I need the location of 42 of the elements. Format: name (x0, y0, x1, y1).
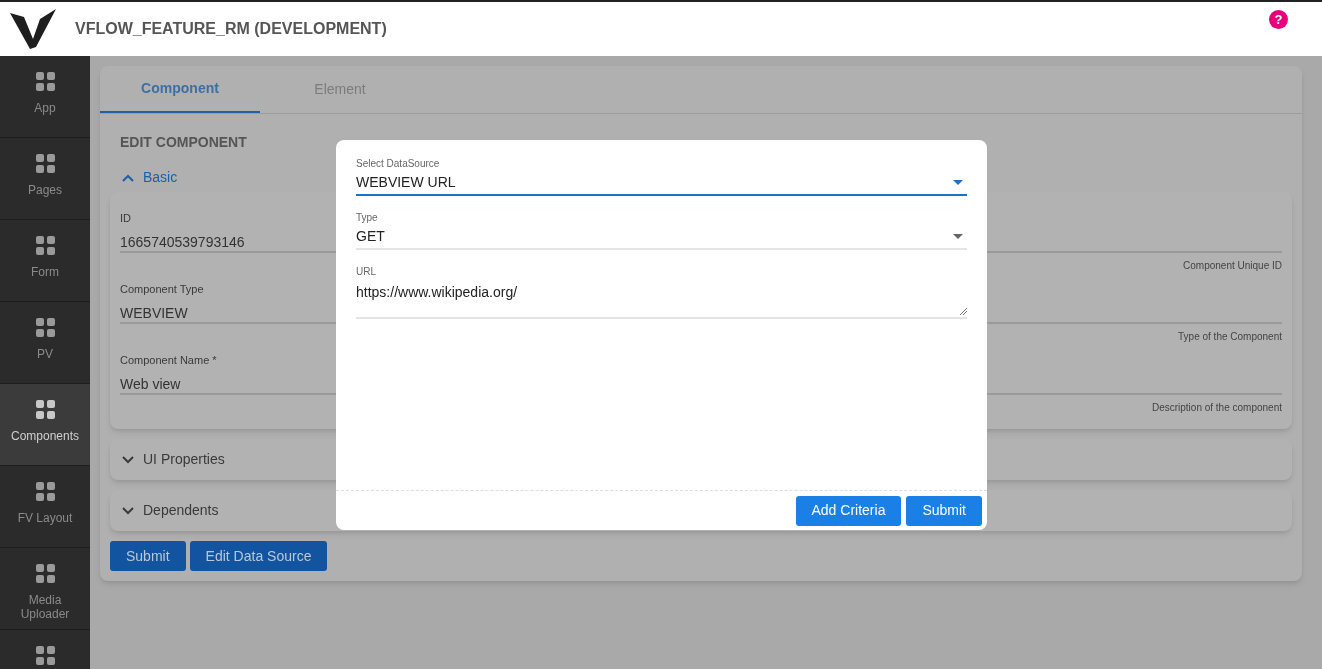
field-label: URL (356, 265, 376, 279)
logo-icon (10, 9, 56, 49)
action-button[interactable]: Submit (110, 541, 186, 571)
grid-icon (35, 236, 55, 255)
resize-handle-icon (959, 307, 967, 315)
grid-icon (35, 564, 55, 583)
dropdown-caret-icon (953, 180, 963, 185)
grid-icon (35, 154, 55, 173)
grid-icon (35, 482, 55, 501)
select-field[interactable]: GET (356, 225, 967, 250)
field-label: Component Name * (120, 353, 217, 368)
helper-text: Type of the Component (1178, 329, 1282, 344)
section-title: EDIT COMPONENT (120, 133, 248, 152)
helper-text: Description of the component (1151, 400, 1282, 415)
dialog-button[interactable]: Add Criteria (795, 495, 902, 526)
tab[interactable]: Component (100, 66, 260, 113)
sidebar-item[interactable]: Pages (0, 138, 90, 220)
grid-icon (35, 646, 55, 665)
field-label: Type (356, 211, 378, 225)
grid-icon (35, 400, 55, 419)
help-icon[interactable]: ? (1269, 10, 1288, 29)
field-label: Component Type (120, 282, 204, 297)
select-field[interactable]: WEBVIEW URL (356, 171, 967, 196)
helper-text: Component Unique ID (1183, 258, 1282, 273)
accordion-header[interactable]: Basic (112, 167, 178, 188)
sidebar-item[interactable]: Form (0, 220, 90, 302)
app-title: VFLOW_FEATURE_RM (DEVELOPMENT) (75, 19, 387, 39)
sidebar-item[interactable]: FV Layout (0, 466, 90, 548)
chevron-down-icon (122, 455, 134, 464)
dropdown-caret-icon (953, 234, 963, 239)
chevron-down-icon (122, 506, 134, 515)
action-button[interactable]: Edit Data Source (189, 541, 328, 571)
textarea-field[interactable]: https://www.wikipedia.org/ (356, 279, 967, 319)
dialog-button[interactable]: Submit (906, 495, 982, 526)
field-label: ID (120, 211, 131, 226)
grid-icon (35, 72, 55, 91)
grid-icon (35, 318, 55, 337)
sidebar-item[interactable]: Media Uploader (0, 548, 90, 630)
sidebar-item[interactable]: Components (0, 384, 90, 466)
field-label: Select DataSource (356, 157, 440, 171)
chevron-up-icon (122, 173, 134, 182)
sidebar-item[interactable]: App (0, 56, 90, 138)
